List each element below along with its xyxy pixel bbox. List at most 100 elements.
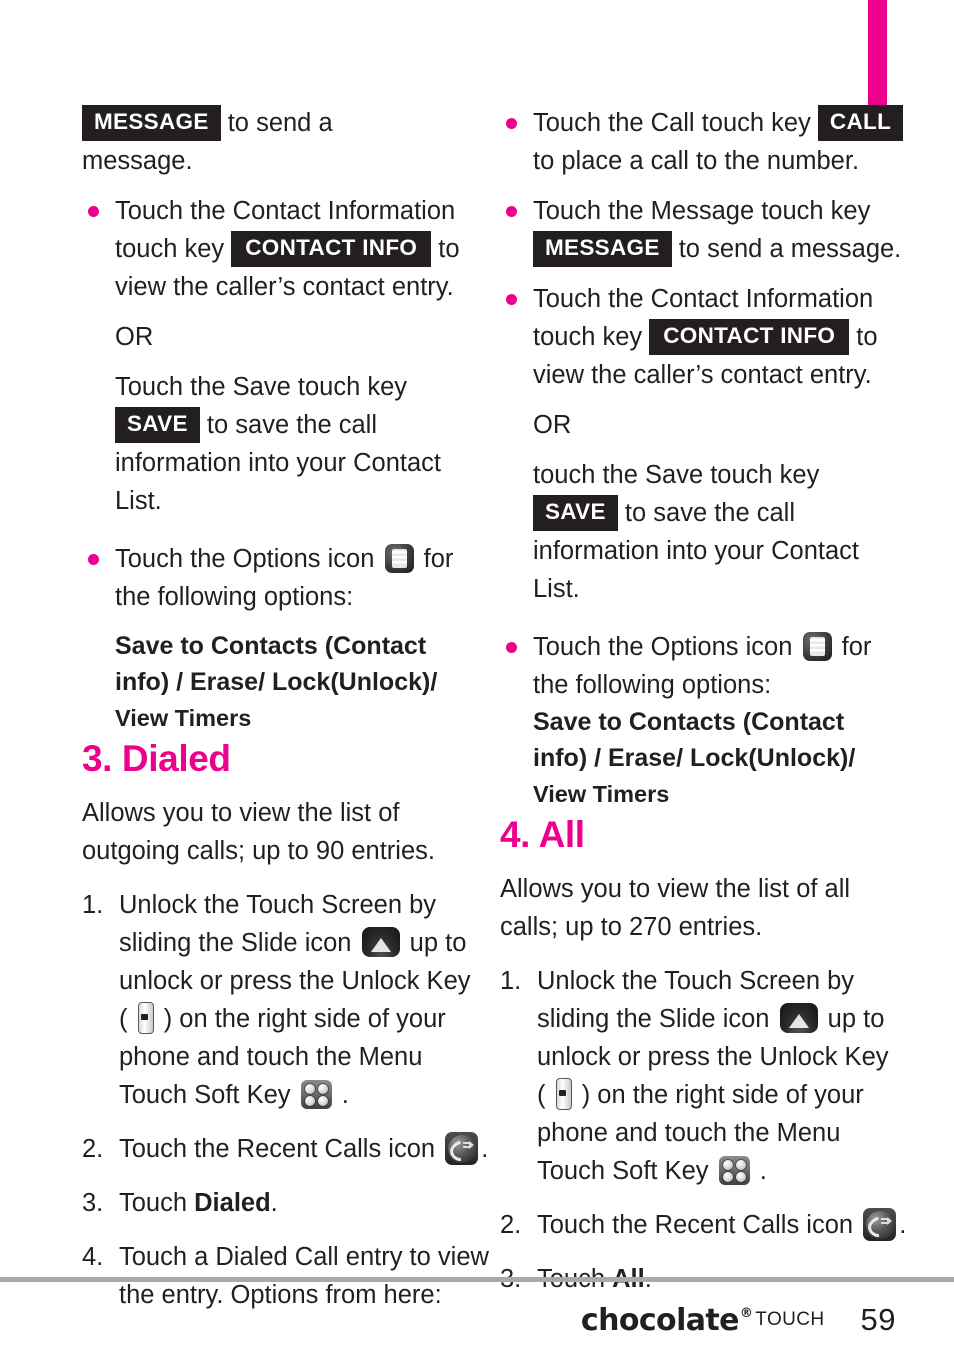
dialed-intro-line2: outgoing calls; up to 90 entries. (82, 837, 435, 865)
options-list-right: Save to Contacts (Contact info) / Erase/… (533, 704, 910, 812)
slide-icon[interactable] (361, 927, 400, 957)
message-key-tag[interactable]: MESSAGE (82, 105, 221, 141)
options-list-line1: Save to Contacts (Contact (115, 632, 427, 660)
unlock-paren-open: ( (537, 1081, 546, 1109)
slide-pre-text: sliding the Slide icon (119, 929, 352, 957)
all-intro-line2: calls; up to 270 entries. (500, 913, 763, 941)
options-bullet-line1: Touch the Options icon for (533, 628, 910, 666)
page-columns: MESSAGE to send a message. Touch the Con… (0, 104, 954, 1314)
options-list-line1: Save to Contacts (Contact (533, 708, 845, 736)
right-column: Touch the Call touch key CALL to place a… (500, 104, 910, 1314)
contact-info-key-tag[interactable]: CONTACT INFO (649, 319, 850, 355)
step-number: 1. (500, 967, 522, 995)
touch-post-text: . (270, 1189, 278, 1217)
message-post-text: to send a message. (678, 235, 902, 263)
left-column: MESSAGE to send a message. Touch the Con… (82, 104, 492, 1314)
bullet-dot-icon (506, 294, 517, 305)
message-key-fragment: MESSAGE to send a (82, 104, 492, 142)
unlock-post-text: ) on the right side of your (581, 1081, 864, 1109)
bullet-contact-info-line3: view the caller’s contact entry. (115, 273, 454, 301)
recent-calls-pre-text: Touch the Recent Calls icon (537, 1211, 854, 1239)
message-bullet-line1: Touch the Message touch key (533, 197, 871, 225)
message-key-tag[interactable]: MESSAGE (533, 231, 672, 267)
menu-soft-key-icon[interactable] (300, 1080, 332, 1109)
section-heading-all: 4. All (500, 814, 585, 855)
step-number: 4. (82, 1243, 104, 1271)
unlock-key-icon[interactable] (555, 1078, 572, 1110)
step4-line1: Touch a Dialed Call entry to view (119, 1243, 489, 1271)
bullet-options-icon-right: Touch the Options icon for the following… (500, 628, 910, 812)
options-pre-text: Touch the Options icon (115, 545, 375, 573)
step2-line1: Touch the Recent Calls icon . (119, 1130, 492, 1168)
menu-soft-key-icon[interactable] (718, 1156, 750, 1185)
save-block-line2: SAVE to save the call (533, 494, 910, 532)
softkey-post-text: . (341, 1081, 349, 1109)
call-bullet-line2: to place a call to the number. (533, 147, 860, 175)
recent-calls-pre-text: Touch the Recent Calls icon (119, 1135, 436, 1163)
save-block-right: touch the Save touch key SAVE to save th… (500, 456, 910, 608)
call-pre-text: Touch the Call touch key (533, 109, 811, 137)
slide-icon[interactable] (779, 1003, 818, 1033)
dialed-step-3: 3. Touch Dialed. (82, 1184, 492, 1222)
dialed-menu-label: Dialed (194, 1189, 271, 1217)
call-key-tag[interactable]: CALL (817, 105, 904, 141)
footer-divider (0, 1277, 954, 1282)
step-number: 2. (82, 1135, 104, 1163)
options-list-left: Save to Contacts (Contact info) / Erase/… (82, 628, 492, 736)
step1-line6: Touch Soft Key . (119, 1076, 492, 1114)
step1-line3: unlock or press the Unlock Key (537, 1043, 889, 1071)
page-number: 59 (860, 1302, 896, 1337)
all-intro-line1: Allows you to view the list of all (500, 875, 851, 903)
step1-line3: unlock or press the Unlock Key (119, 967, 471, 995)
save-block-line4: List. (533, 575, 580, 603)
options-icon[interactable] (802, 632, 832, 661)
step1-line4: ( ) on the right side of your (119, 1000, 492, 1038)
recent-calls-post-text: . (899, 1211, 907, 1239)
save-block-line4: List. (115, 487, 162, 515)
bullet-call-key: Touch the Call touch key CALL to place a… (500, 104, 910, 180)
contact-info-line1: Touch the Contact Information (533, 285, 874, 313)
dialed-intro-line1: Allows you to view the list of (82, 799, 400, 827)
unlock-key-icon[interactable] (137, 1002, 154, 1034)
contact-info-line2: touch key CONTACT INFO to (533, 318, 910, 356)
unlock-paren-open: ( (119, 1005, 128, 1033)
bullet-dot-icon (88, 554, 99, 565)
save-post-text: to save the call (624, 499, 796, 527)
softkey-post-text: . (759, 1157, 767, 1185)
step-number: 3. (82, 1189, 104, 1217)
contact-info-post-text: to (438, 235, 460, 263)
contact-info-pre-text: touch key (115, 235, 225, 263)
options-icon[interactable] (384, 544, 414, 573)
recent-calls-post-text: . (481, 1135, 489, 1163)
save-key-tag[interactable]: SAVE (115, 407, 200, 443)
step2-line1: Touch the Recent Calls icon . (537, 1206, 910, 1244)
options-list-line3: View Timers (533, 781, 670, 807)
bullet-dot-icon (506, 118, 517, 129)
save-key-tag[interactable]: SAVE (533, 495, 618, 531)
step-number: 2. (500, 1211, 522, 1239)
slide-post-text: up to (409, 929, 467, 957)
dialed-intro: Allows you to view the list of outgoing … (82, 794, 492, 870)
options-bullet-line1: Touch the Options icon for (115, 540, 492, 578)
contact-info-key-tag[interactable]: CONTACT INFO (231, 231, 432, 267)
or-label-left: OR (115, 323, 154, 351)
or-label-right: OR (533, 411, 572, 439)
bullet-dot-icon (506, 206, 517, 217)
step-number: 1. (82, 891, 104, 919)
brand-sub-label: TOUCH (755, 1309, 825, 1330)
options-post-text: for (841, 633, 872, 661)
all-intro: Allows you to view the list of all calls… (500, 870, 910, 946)
dialed-step-2: 2. Touch the Recent Calls icon . (82, 1130, 492, 1168)
step1-line4: ( ) on the right side of your (537, 1076, 910, 1114)
options-list-line2: info) / Erase/ Lock(Unlock)/ (533, 744, 856, 772)
recent-calls-icon[interactable] (863, 1208, 897, 1241)
all-step-2: 2. Touch the Recent Calls icon . (500, 1206, 910, 1244)
touch-pre-text: Touch (119, 1189, 195, 1217)
step1-line6: Touch Soft Key . (537, 1152, 910, 1190)
bullet-dot-icon (88, 206, 99, 217)
save-block-line3: information into your Contact (115, 449, 441, 477)
bullet-contact-info-line2: touch key CONTACT INFO to (115, 230, 492, 268)
message-key-fragment-line2: message. (82, 147, 193, 175)
recent-calls-icon[interactable] (445, 1132, 479, 1165)
step1-line1: Unlock the Touch Screen by (119, 891, 437, 919)
